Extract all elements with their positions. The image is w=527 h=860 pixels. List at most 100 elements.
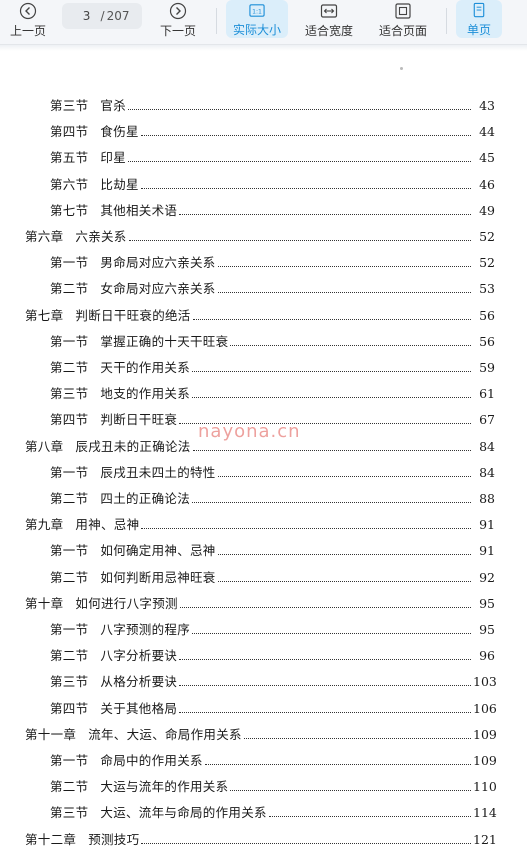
toc-entry-title: 辰戌丑未四土的特性 <box>100 464 216 480</box>
toc-page-number: 59 <box>479 360 495 375</box>
toc-section-row[interactable]: 第二节 如何判断用忌神旺衰 92 <box>0 568 527 588</box>
toc-entry-number: 第十一章 <box>25 726 77 742</box>
toc-entry-title: 比劫星 <box>100 176 139 192</box>
toc-entry-title: 判断日干旺衰 <box>100 412 178 428</box>
toc-chapter-row[interactable]: 第六章 六亲关系 52 <box>0 227 527 247</box>
toc-page-number: 103 <box>473 674 497 690</box>
toc-entry-title: 女命局对应六亲关系 <box>100 281 216 297</box>
fit-width-icon <box>320 4 338 18</box>
current-page-input[interactable] <box>74 9 99 23</box>
toc-section-row[interactable]: 第二节 天干的作用关系 59 <box>0 358 527 378</box>
toc-section-row[interactable]: 第二节 八字分析要诀 96 <box>0 646 527 666</box>
toc-entry-title: 预测技巧 <box>88 831 140 847</box>
toc-chapter-row[interactable]: 第十二章 预测技巧 121 <box>0 830 527 850</box>
toc-entry-number: 第十章 <box>25 595 64 611</box>
toc-entry-label: 第三节 从格分析要诀 <box>50 672 177 692</box>
toc-section-row[interactable]: 第一节 如何确定用神、忌神 91 <box>0 541 527 561</box>
toc-entry-number: 第三节 <box>50 98 89 113</box>
toc-leader-dots <box>141 842 471 844</box>
chevron-right-icon <box>169 2 187 20</box>
toc-section-row[interactable]: 第四节 关于其他格局 106 <box>0 699 527 719</box>
fit-width-button[interactable]: 适合宽度 <box>297 0 361 44</box>
toc-section-row[interactable]: 第五节 印星 45 <box>0 148 527 168</box>
toc-page-number: 88 <box>479 491 495 506</box>
toc-leader-dots <box>179 684 471 687</box>
toc-entry-number: 第一节 <box>50 333 89 349</box>
toc-entry-label: 第十章 如何进行八字预测 <box>25 594 178 614</box>
toc-section-row[interactable]: 第七节 其他相关术语 49 <box>0 201 527 221</box>
toc-page-number: 91 <box>479 543 495 559</box>
toc-entry-title: 食伤星 <box>100 124 139 140</box>
single-page-label: 单页 <box>466 23 491 37</box>
toc-section-row[interactable]: 第三节 地支的作用关系 61 <box>0 384 527 404</box>
toc-entry-title: 掌握正确的十天干旺衰 <box>100 333 229 349</box>
page-separator: / <box>100 9 105 23</box>
toc-section-row[interactable]: 第一节 辰戌丑未四土的特性 84 <box>0 463 527 483</box>
toc-entry-number: 第二节 <box>50 569 89 585</box>
toc-entry-title: 印星 <box>100 150 127 166</box>
toc-entry-number: 第四节 <box>50 124 89 140</box>
toc-page-number: 56 <box>479 307 495 323</box>
actual-size-button[interactable]: 1:1 实际大小 <box>226 0 288 38</box>
toc-entry-label: 第四节 食伤星 <box>50 122 139 142</box>
toc-entry-number: 第一节 <box>50 255 89 271</box>
svg-text:1:1: 1:1 <box>252 8 262 15</box>
toc-entry-number: 第五节 <box>50 150 89 166</box>
toc-chapter-row[interactable]: 第七章 判断日干旺衰的绝活 56 <box>0 306 527 326</box>
toc-page-number: 114 <box>473 805 497 821</box>
toc-page-number: 52 <box>479 255 495 271</box>
toc-section-row[interactable]: 第六节 比劫星 46 <box>0 175 527 195</box>
toc-section-row[interactable]: 第二节 四土的正确论法 88 <box>0 489 527 509</box>
toc-entry-title: 命局中的作用关系 <box>100 753 203 768</box>
toc-section-row[interactable]: 第四节 食伤星 44 <box>0 122 527 142</box>
toc-entry-number: 第八章 <box>25 438 64 454</box>
toc-section-row[interactable]: 第三节 官杀 43 <box>0 96 527 116</box>
toc-entry-label: 第十二章 预测技巧 <box>25 830 139 850</box>
toc-section-row[interactable]: 第二节 大运与流年的作用关系 110 <box>0 777 527 797</box>
prev-page-button[interactable]: 上一页 <box>6 0 50 44</box>
toc-page-number: 110 <box>473 779 497 795</box>
toolbar-divider <box>216 8 217 34</box>
toc-entry-number: 第六节 <box>50 176 89 192</box>
toc-entry-title: 从格分析要诀 <box>100 674 178 690</box>
toc-leader-dots <box>179 606 471 608</box>
toc-page-number: 95 <box>479 595 495 611</box>
toc-chapter-row[interactable]: 第九章 用神、忌神 91 <box>0 515 527 535</box>
toc-section-row[interactable]: 第一节 男命局对应六亲关系 52 <box>0 253 527 273</box>
toc-entry-label: 第二节 女命局对应六亲关系 <box>50 279 216 299</box>
single-page-button[interactable]: 单页 <box>456 0 502 38</box>
watermark-text: nayona.cn <box>198 421 301 442</box>
toc-entry-label: 第三节 官杀 <box>50 96 126 116</box>
toc-leader-dots <box>192 632 471 634</box>
fit-page-icon <box>395 3 411 19</box>
toc-entry-title: 地支的作用关系 <box>100 386 191 402</box>
toc-entry-label: 第一节 男命局对应六亲关系 <box>50 253 216 273</box>
toc-entry-title: 天干的作用关系 <box>100 360 191 375</box>
toc-entry-label: 第一节 辰戌丑未四土的特性 <box>50 463 216 483</box>
toc-entry-number: 第四节 <box>50 412 89 428</box>
next-page-button[interactable]: 下一页 <box>153 0 203 44</box>
toc-section-row[interactable]: 第二节 女命局对应六亲关系 53 <box>0 279 527 299</box>
toc-chapter-row[interactable]: 第十一章 流年、大运、命局作用关系 109 <box>0 725 527 745</box>
toc-leader-dots <box>192 449 471 451</box>
toc-page-number: 95 <box>479 622 495 637</box>
toc-section-row[interactable]: 第三节 从格分析要诀 103 <box>0 672 527 692</box>
toc-entry-number: 第二节 <box>50 360 89 375</box>
toc-entry-label: 第一节 掌握正确的十天干旺衰 <box>50 332 228 352</box>
toc-leader-dots <box>217 580 471 582</box>
toc-section-row[interactable]: 第三节 大运、流年与命局的作用关系 114 <box>0 803 527 823</box>
toc-section-row[interactable]: 第一节 八字预测的程序 95 <box>0 620 527 640</box>
toc-entry-number: 第二节 <box>50 491 89 506</box>
toc-entry-number: 第二节 <box>50 281 89 297</box>
toc-section-row[interactable]: 第一节 掌握正确的十天干旺衰 56 <box>0 332 527 352</box>
toc-entry-title: 如何判断用忌神旺衰 <box>100 569 216 585</box>
next-page-label: 下一页 <box>159 24 196 38</box>
toc-entry-label: 第六节 比劫星 <box>50 175 139 195</box>
toc-entry-title: 其他相关术语 <box>100 202 178 218</box>
toc-leader-dots <box>217 475 471 477</box>
toc-section-row[interactable]: 第一节 命局中的作用关系 109 <box>0 751 527 771</box>
toc-entry-title: 如何确定用神、忌神 <box>100 543 216 559</box>
fit-page-button[interactable]: 适合页面 <box>371 0 435 44</box>
toc-chapter-row[interactable]: 第十章 如何进行八字预测 95 <box>0 594 527 614</box>
toc-entry-title: 用神、忌神 <box>75 517 140 533</box>
